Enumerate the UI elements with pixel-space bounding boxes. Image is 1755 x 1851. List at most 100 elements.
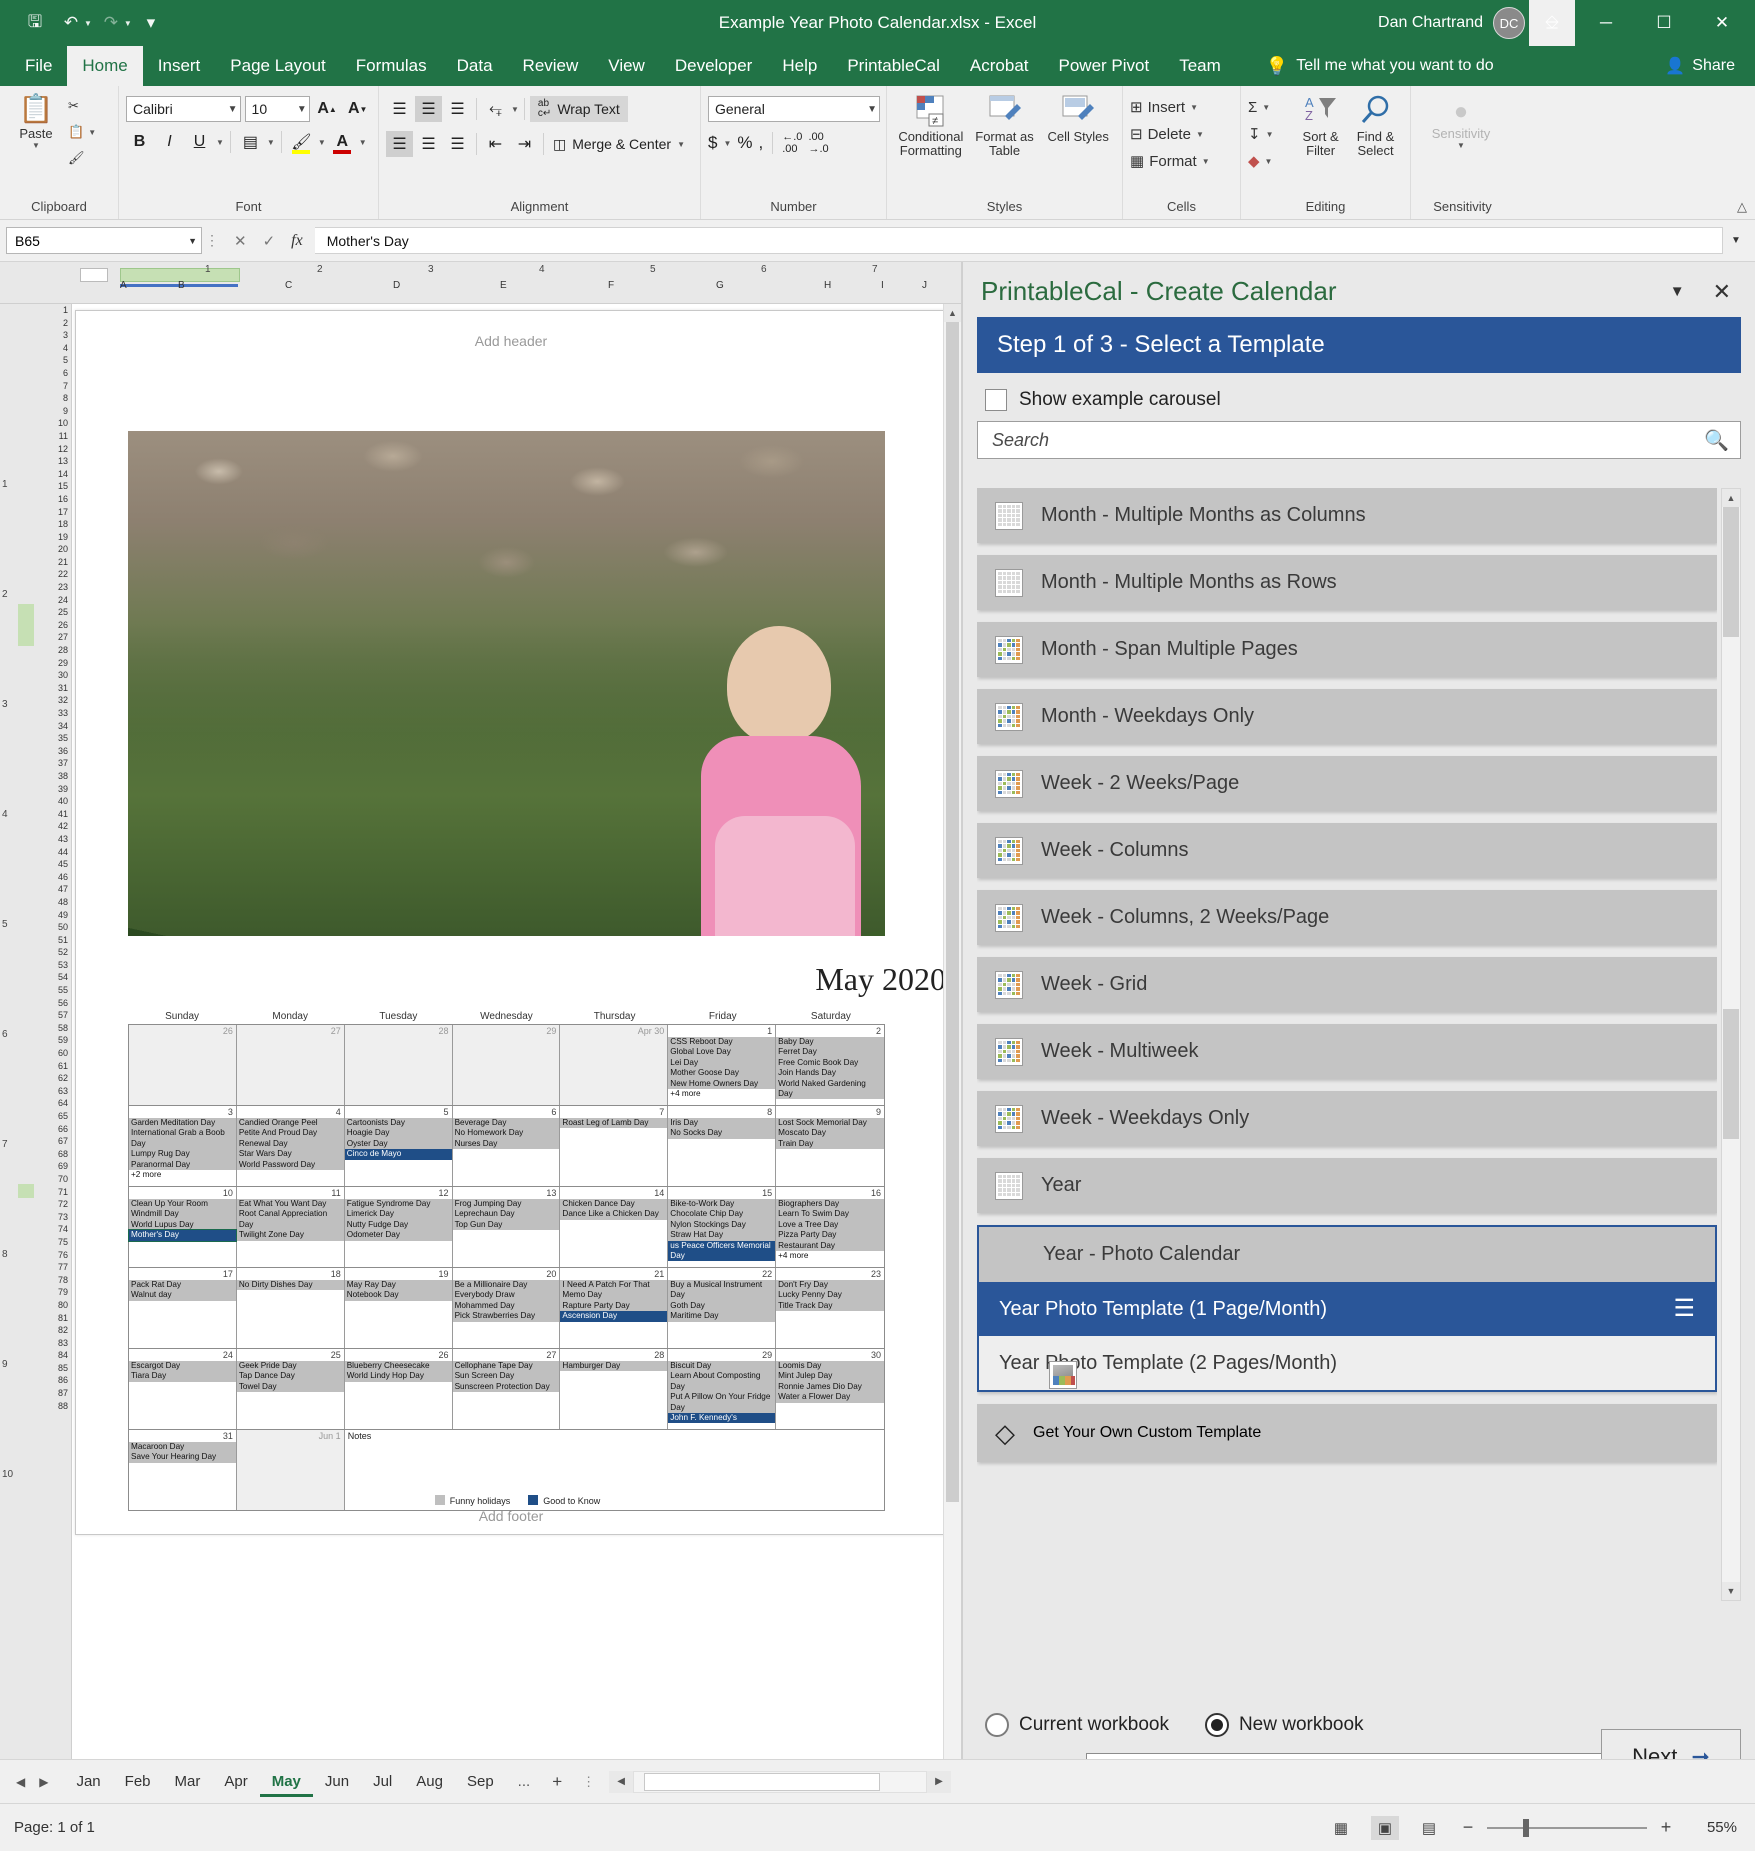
calendar-event[interactable]: Eat What You Want Day [236,1199,344,1210]
row-header[interactable]: 83 [36,1337,68,1350]
calendar-day-cell[interactable]: 25 Geek Pride Day Tap Dance Day Towel Day [236,1349,345,1429]
row-header[interactable]: 43 [36,833,68,846]
new-workbook-option[interactable]: New workbook [1204,1713,1364,1737]
calendar-event[interactable]: Limerick Day [344,1209,452,1220]
row-header[interactable]: 73 [36,1211,68,1224]
template-item[interactable]: Week - Grid [977,957,1717,1012]
maximize-button[interactable]: ☐ [1637,0,1691,46]
row-header[interactable]: 87 [36,1387,68,1400]
row-header[interactable]: 9 [36,405,68,418]
calendar-day-cell[interactable]: 9 Lost Sock Memorial Day Moscato Day Train … [776,1106,884,1186]
row-header[interactable]: 57 [36,1009,68,1022]
row-header[interactable]: 80 [36,1299,68,1312]
calendar-day-cell[interactable]: 24 Escargot Day Tiara Day [129,1349,237,1429]
row-header[interactable]: 82 [36,1324,68,1337]
calendar-event[interactable]: Roast Leg of Lamb Day [560,1118,668,1129]
sheet-tab-jul[interactable]: Jul [361,1767,404,1797]
calendar-day-cell[interactable]: 12 Fatigue Syndrome Day Limerick Day Nutty … [344,1187,453,1267]
borders-icon[interactable]: ▤ [237,129,264,155]
calendar-day-cell[interactable]: 1 CSS Reboot Day Global Love Day Lei Day Mot… [668,1025,777,1105]
increase-decimal-button[interactable]: ←.0.00 [782,131,802,155]
row-header[interactable]: 5 [36,354,68,367]
formula-bar-grip[interactable]: ⋮ [202,232,222,249]
notes-cell[interactable]: Notes Funny holidays Good to Know [345,1430,884,1510]
tab-acrobat[interactable]: Acrobat [955,46,1044,86]
row-header[interactable]: 31 [36,682,68,695]
template-item[interactable]: Month - Multiple Months as Rows [977,555,1717,610]
align-right-button[interactable]: ☰ [444,131,471,157]
sheet-tab-feb[interactable]: Feb [113,1767,163,1797]
row-header[interactable]: 76 [36,1249,68,1262]
sheet-tab-jun[interactable]: Jun [313,1767,361,1797]
calendar-event[interactable]: Beverage Day [452,1118,560,1129]
calendar-event[interactable]: Cinco de Mayo [344,1149,452,1160]
autosum-caret-icon[interactable]: ▼ [1262,103,1270,112]
row-header[interactable]: 44 [36,846,68,859]
calendar-event[interactable]: Frog Jumping Day [452,1199,560,1210]
page-break-view-icon[interactable]: ▤ [1415,1816,1443,1840]
calendar-event[interactable]: Straw Hat Day [668,1230,776,1241]
zoom-out-button[interactable]: − [1459,1817,1477,1838]
sheet-tab-mar[interactable]: Mar [163,1767,213,1797]
tab-file[interactable]: File [10,46,67,86]
first-sheet-icon[interactable]: ◀ [16,1775,25,1789]
calendar-event[interactable]: Notebook Day [344,1290,452,1301]
calendar-event[interactable]: Windmill Day [129,1209,236,1220]
calendar-event[interactable]: Join Hands Day [776,1068,884,1079]
conditional-formatting-button[interactable]: ≠ Conditional Formatting [894,90,968,199]
calendar-event[interactable]: Save Your Hearing Day [129,1452,236,1463]
calendar-day-cell[interactable]: 18 No Dirty Dishes Day [236,1268,345,1348]
calendar-day-cell[interactable]: 5 Cartoonists Day Hoagie Day Oyster Day Cinc… [344,1106,453,1186]
row-header[interactable]: 59 [36,1034,68,1047]
calendar-event[interactable]: Bike-to-Work Day [668,1199,776,1210]
tab-insert[interactable]: Insert [143,46,216,86]
calendar-event[interactable]: Dance Like a Chicken Day [560,1209,668,1220]
row-header[interactable]: 1 [36,304,68,317]
merge-caret-icon[interactable]: ▼ [677,140,685,149]
calendar-event[interactable]: Petite And Proud Day [236,1128,344,1139]
add-header-placeholder[interactable]: Add header [76,311,946,349]
zoom-slider[interactable] [1487,1818,1647,1837]
paste-caret-icon[interactable]: ▼ [32,141,40,150]
sheet-tab-dotsdotsdots[interactable]: ... [506,1767,543,1797]
calendar-event[interactable]: Nutty Fudge Day [344,1219,452,1231]
calendar-event[interactable]: Pick Strawberries Day [452,1311,560,1322]
calendar-day-cell[interactable]: 17 Pack Rat Day Walnut day [129,1268,237,1348]
calendar-event[interactable]: Top Gun Day [452,1219,560,1231]
fill-caret-icon[interactable]: ▼ [1266,130,1274,139]
calendar-event[interactable]: Sun Screen Day [452,1371,560,1382]
font-family-select[interactable]: Calibri ▼ [126,96,241,122]
selected-template-group[interactable]: Year - Photo Calendar Year Photo Template… [977,1225,1717,1392]
calendar-event[interactable]: Escargot Day [129,1361,236,1372]
find-select-button[interactable]: Find & Select [1348,90,1403,199]
sheet-vertical-scrollbar[interactable]: ▲ ▼ [943,304,961,1781]
row-header[interactable]: 70 [36,1173,68,1186]
template-item[interactable]: Week - Multiweek [977,1024,1717,1079]
row-header[interactable]: 42 [36,820,68,833]
page-layout-view-icon[interactable]: ▣ [1371,1815,1399,1840]
row-header[interactable]: 79 [36,1286,68,1299]
calendar-event[interactable]: Clean Up Your Room [129,1199,236,1210]
redo-icon[interactable]: ↷ [94,6,128,40]
calendar-event[interactable]: Learn About Composting Day [668,1371,776,1393]
avatar[interactable]: DC [1493,7,1525,39]
template-item[interactable]: Month - Multiple Months as Columns [977,488,1717,543]
sheet-tab-apr[interactable]: Apr [212,1767,259,1797]
row-header[interactable]: 4 [36,342,68,355]
row-header[interactable]: 63 [36,1085,68,1098]
row-header[interactable]: 26 [36,619,68,632]
underline-caret-icon[interactable]: ▼ [216,138,224,147]
calendar-event[interactable]: Chicken Dance Day [560,1199,668,1210]
insert-cells-button[interactable]: ⊞ Insert ▼ [1130,95,1210,119]
comma-button[interactable]: , [759,133,764,153]
calendar-event[interactable]: Macaroon Day [129,1442,236,1453]
calendar-event[interactable]: World Lupus Day [129,1219,236,1231]
template-item[interactable]: Week - Columns [977,823,1717,878]
calendar-event[interactable]: World Password Day [236,1159,344,1171]
row-header[interactable]: 50 [36,921,68,934]
calendar-day-cell[interactable]: 29 Biscuit Day Learn About Composting Day P… [668,1349,777,1429]
add-sheet-button[interactable]: + [542,1772,572,1792]
row-header[interactable]: 22 [36,568,68,581]
percent-button[interactable]: % [737,133,752,153]
calendar-day-cell[interactable]: 27 [236,1025,345,1105]
